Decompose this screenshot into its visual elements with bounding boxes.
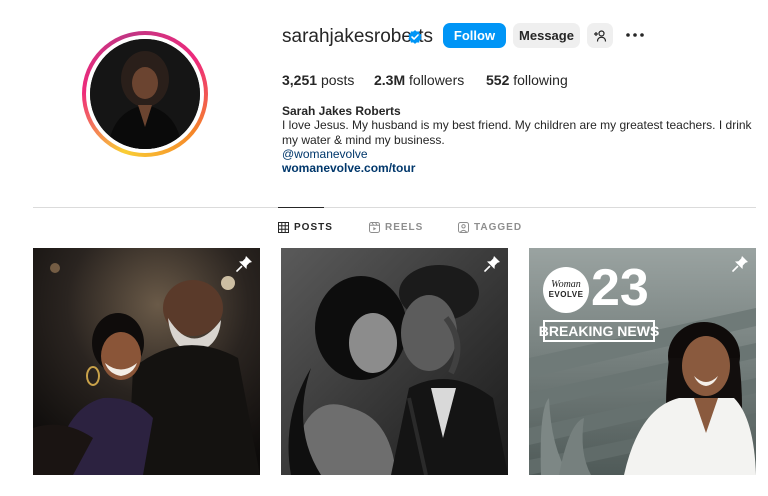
logo-line-1: Woman [551,279,581,290]
avatar[interactable] [90,39,200,149]
followers-label: followers [409,72,465,88]
tabs-divider [33,207,756,208]
tab-reels[interactable]: REELS [369,222,423,233]
message-button[interactable]: Message [513,23,580,48]
follow-button[interactable]: Follow [443,23,506,48]
reels-icon [369,222,380,233]
active-tab-indicator [278,207,324,208]
add-user-button[interactable] [587,23,613,48]
verified-badge-icon [408,30,422,44]
overlay-number: 23 [591,259,649,317]
followers-stat[interactable]: 2.3M followers [374,72,464,88]
person-add-icon [594,29,607,42]
posts-label: posts [320,72,355,88]
pin-icon [484,256,500,272]
tab-tagged[interactable]: TAGGED [458,222,522,233]
woman-evolve-logo: Woman EVOLVE [543,267,589,313]
profile-avatar-ring[interactable] [82,31,208,157]
logo-line-2: EVOLVE [548,290,584,299]
post-image-couple [281,248,508,475]
profile-full-name: Sarah Jakes Roberts [282,104,401,118]
tab-posts-label: POSTS [294,222,333,233]
posts-count: 3,251 [282,72,318,88]
tab-posts[interactable]: POSTS [278,222,333,233]
post-tile[interactable]: Woman EVOLVE 23 BREAKING NEWS [529,248,756,475]
followers-count: 2.3M [374,72,406,88]
bio-handle-link[interactable]: @womanevolve [282,147,368,161]
post-tile[interactable] [281,248,508,475]
tagged-icon [458,222,469,233]
posts-count-stat: 3,251 posts [282,72,354,88]
pin-icon [732,256,748,272]
more-options-icon[interactable] [625,30,645,40]
following-count: 552 [486,72,510,88]
bio-website-link[interactable]: womanevolve.com/tour [282,161,415,175]
following-label: following [513,72,568,88]
post-tile[interactable] [33,248,260,475]
grid-icon [278,222,289,233]
tab-reels-label: REELS [385,222,424,233]
tab-tagged-label: TAGGED [474,222,523,233]
pin-icon [236,256,252,272]
following-stat[interactable]: 552 following [486,72,568,88]
avatar-image [90,39,200,149]
breaking-news-banner: BREAKING NEWS [539,320,659,342]
post-image-embrace [33,248,260,475]
profile-bio: I love Jesus. My husband is my best frie… [282,118,752,147]
